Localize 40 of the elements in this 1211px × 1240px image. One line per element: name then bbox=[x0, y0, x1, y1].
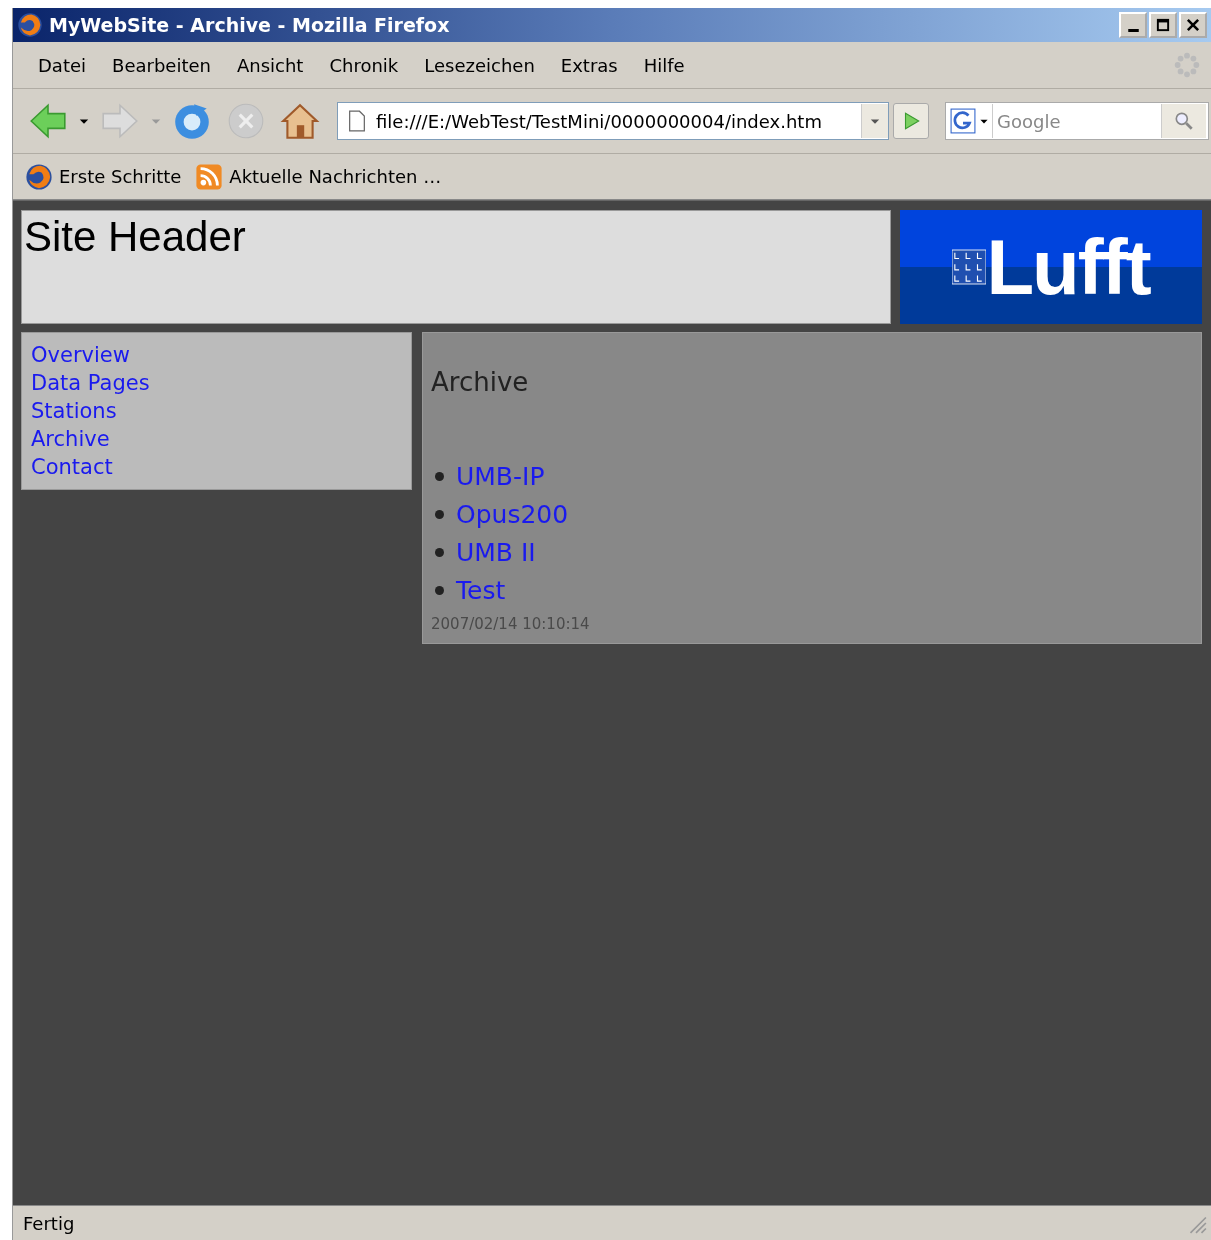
menu-item[interactable]: Ansicht bbox=[223, 54, 317, 76]
nav-link[interactable]: Contact bbox=[31, 453, 411, 481]
throbber-icon bbox=[1173, 51, 1201, 79]
rss-feed-icon bbox=[195, 162, 224, 191]
window-title: MyWebSite - Archive - Mozilla Firefox bbox=[49, 14, 451, 36]
bullet-icon bbox=[435, 509, 444, 519]
bullet-icon bbox=[435, 547, 444, 557]
firefox-icon bbox=[17, 12, 43, 38]
close-button[interactable] bbox=[1179, 12, 1207, 38]
site-header-title: Site Header bbox=[24, 213, 246, 260]
maximize-button[interactable] bbox=[1149, 12, 1177, 38]
menu-item[interactable]: Extras bbox=[547, 54, 631, 76]
bullet-icon bbox=[435, 471, 444, 481]
firefox-icon bbox=[25, 162, 53, 191]
logo-text: Lufft bbox=[986, 231, 1150, 303]
page-heading: Archive bbox=[431, 367, 530, 397]
nav-link[interactable]: Stations bbox=[31, 397, 411, 425]
nav-link[interactable]: Data Pages bbox=[31, 369, 411, 397]
minimize-icon bbox=[1127, 28, 1139, 32]
menu-item[interactable]: Chronik bbox=[316, 54, 412, 76]
menu-item[interactable]: Lesezeichen bbox=[411, 54, 548, 76]
address-field[interactable]: file:///E:/WebTest/TestMini/0000000004/index.htm bbox=[337, 102, 889, 140]
menu-item[interactable]: Bearbeiten bbox=[99, 54, 224, 76]
menu-item[interactable]: Hilfe bbox=[630, 54, 698, 76]
go-icon[interactable] bbox=[893, 103, 929, 139]
bullet-icon bbox=[435, 585, 444, 595]
minimize-button[interactable] bbox=[1119, 12, 1147, 38]
search-icon[interactable] bbox=[1173, 110, 1195, 132]
page-icon bbox=[348, 110, 366, 132]
search-engine-icon[interactable] bbox=[950, 108, 976, 134]
maximize-icon bbox=[1154, 16, 1172, 34]
close-icon bbox=[1184, 16, 1202, 34]
nav-link[interactable]: Archive bbox=[31, 425, 411, 453]
nav-link[interactable]: Overview bbox=[31, 341, 411, 369]
timestamp: 2007/02/14 10:10:14 bbox=[431, 615, 591, 633]
menu-item[interactable]: Datei bbox=[25, 54, 100, 76]
bookmark-item[interactable]: Erste Schritte bbox=[25, 162, 182, 191]
bookmark-item[interactable]: Aktuelle Nachrichten … bbox=[195, 162, 442, 191]
search-bar[interactable]: Google bbox=[945, 102, 1209, 140]
status-text: Fertig bbox=[23, 1212, 76, 1234]
